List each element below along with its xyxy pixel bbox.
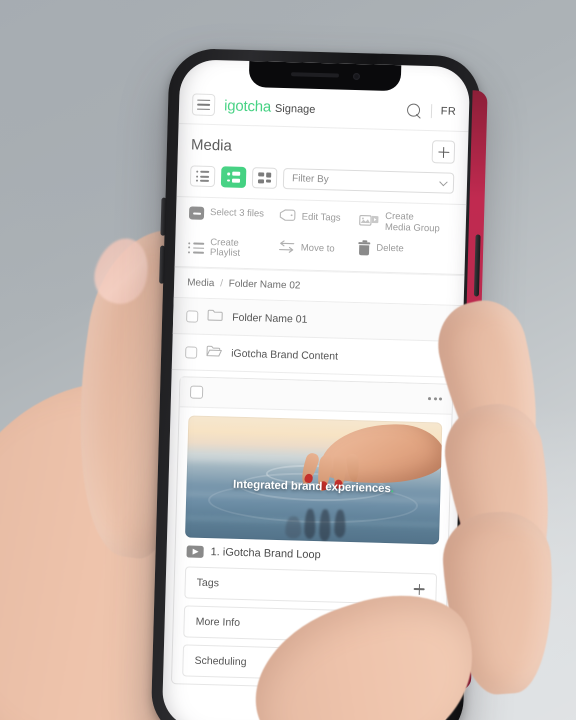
compact-list-view-button[interactable]: [189, 165, 216, 188]
indeterminate-checkbox-icon: [188, 206, 205, 220]
page-title: Media: [190, 136, 233, 155]
folder-name: Folder Name 01: [232, 311, 308, 326]
delete-action[interactable]: Delete: [358, 241, 452, 259]
accordion-scheduling-label: Scheduling: [194, 655, 247, 669]
breadcrumb-current: Folder Name 02: [228, 278, 301, 292]
create-media-group-action[interactable]: Create Media Group: [359, 211, 453, 235]
folder-name: iGotcha Brand Content: [231, 347, 339, 363]
device-notch: [248, 61, 402, 92]
front-camera: [352, 72, 361, 81]
scene-photograph: igotcha Signage FR Media Filter By Selec…: [0, 0, 576, 720]
filter-by-label: Filter By: [291, 173, 329, 186]
search-icon[interactable]: [407, 103, 422, 118]
select-files-label: Select 3 files: [209, 207, 265, 220]
breadcrumb-separator: /: [219, 278, 224, 290]
breadcrumb-root[interactable]: Media: [187, 278, 215, 290]
play-badge-icon: [186, 545, 204, 559]
accordion-tags-label: Tags: [196, 577, 220, 590]
move-to-label: Move to: [300, 242, 335, 255]
move-to-action[interactable]: Move to: [278, 240, 359, 259]
create-playlist-label: Create Playlist: [209, 236, 241, 260]
trash-icon: [358, 241, 371, 256]
create-media-group-label: Create Media Group: [384, 210, 440, 235]
edit-tags-label: Edit Tags: [301, 211, 341, 224]
media-thumbnail[interactable]: Integrated brand experiences.: [185, 415, 443, 545]
topbar-actions: FR: [407, 103, 457, 119]
add-media-button[interactable]: [431, 140, 456, 164]
brand-logo: igotcha Signage: [224, 97, 316, 117]
folder-checkbox[interactable]: [186, 310, 199, 323]
thumbnail-caption-accent: .: [390, 483, 394, 496]
folder-checkbox[interactable]: [185, 346, 198, 359]
bulk-actions-toolbar: Select 3 files Edit Tags Create Media Gr…: [174, 197, 467, 276]
language-toggle[interactable]: FR: [441, 105, 457, 117]
folder-closed-icon: [207, 309, 223, 324]
media-title-label: 1. iGotcha Brand Loop: [210, 546, 321, 562]
folder-open-icon: [206, 345, 222, 360]
brand-product: Signage: [274, 102, 316, 116]
volume-up-button[interactable]: [160, 197, 167, 236]
media-thumbnail-wrapper: Integrated brand experiences.: [176, 408, 452, 546]
volume-down-button[interactable]: [159, 245, 166, 284]
photo-reflection: [304, 509, 316, 540]
chevron-down-icon: [439, 177, 448, 186]
photo-reflection: [334, 509, 346, 539]
topbar-divider: [430, 104, 432, 119]
delete-label: Delete: [376, 242, 404, 255]
earpiece-speaker: [290, 72, 340, 78]
photo-reflection: [318, 509, 331, 542]
tag-icon: [278, 209, 296, 225]
grid-view-button[interactable]: [251, 167, 278, 189]
accordion-more-info-label: More Info: [195, 616, 241, 630]
media-group-icon: [359, 213, 379, 231]
photo-reflection: [285, 516, 302, 539]
folder-row[interactable]: iGotcha Brand Content: [171, 334, 463, 379]
playlist-icon: [187, 242, 205, 254]
filter-by-select[interactable]: Filter By: [282, 167, 455, 194]
media-card-checkbox[interactable]: [189, 385, 204, 400]
move-arrows-icon: [278, 240, 295, 257]
detail-list-view-button[interactable]: [220, 166, 247, 188]
edit-tags-action[interactable]: Edit Tags: [278, 209, 359, 227]
hamburger-icon[interactable]: [191, 93, 216, 117]
create-playlist-action[interactable]: Create Playlist: [187, 236, 278, 261]
select-files-action[interactable]: Select 3 files: [188, 206, 279, 221]
brand-name: igotcha: [223, 96, 272, 116]
expand-icon: [414, 584, 425, 595]
more-options-icon[interactable]: [427, 397, 443, 401]
